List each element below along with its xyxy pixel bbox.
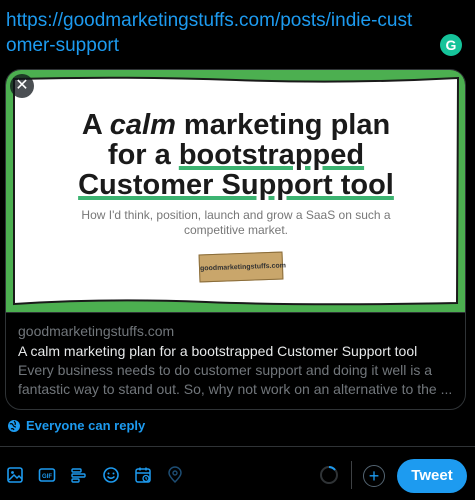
- card-domain: goodmarketingstuffs.com: [18, 323, 175, 339]
- character-count-ring: [320, 466, 338, 484]
- card-description: Every business needs to do customer supp…: [18, 362, 453, 397]
- schedule-icon[interactable]: [132, 464, 154, 486]
- location-icon[interactable]: [164, 464, 186, 486]
- card-title: A calm marketing plan for a bootstrapped…: [18, 343, 418, 359]
- card-meta: goodmarketingstuffs.com A calm marketing…: [6, 312, 465, 407]
- tweet-button[interactable]: Tweet: [397, 459, 467, 493]
- poll-icon[interactable]: [68, 464, 90, 486]
- emoji-icon[interactable]: [100, 464, 122, 486]
- close-icon[interactable]: ✕: [10, 74, 34, 98]
- svg-text:GIF: GIF: [42, 474, 52, 480]
- grammarly-icon[interactable]: G: [440, 34, 462, 56]
- toolbar-separator: [351, 461, 352, 489]
- card-image-subline: How I'd think, position, launch and grow…: [81, 208, 391, 237]
- card-image: A calm marketing plan for a bootstrapped…: [6, 70, 465, 312]
- gif-icon[interactable]: GIF: [36, 464, 58, 486]
- link-preview-card[interactable]: A calm marketing plan for a bootstrapped…: [5, 69, 466, 410]
- reply-setting-label: Everyone can reply: [26, 418, 146, 433]
- divider: [0, 446, 475, 447]
- plus-icon[interactable]: +: [363, 465, 385, 487]
- image-icon[interactable]: [4, 464, 26, 486]
- card-image-stamp: goodmarketingstuffs.com: [198, 251, 286, 283]
- composer-toolbar: GIF: [4, 464, 186, 486]
- tweet-text-url[interactable]: https://goodmarketingstuffs.com/posts/in…: [6, 8, 416, 58]
- card-image-headline: A calm marketing plan for a bootstrapped…: [78, 109, 394, 201]
- globe-icon: [8, 420, 20, 432]
- card-image-content: A calm marketing plan for a bootstrapped…: [16, 80, 456, 300]
- reply-setting-button[interactable]: Everyone can reply: [7, 418, 145, 434]
